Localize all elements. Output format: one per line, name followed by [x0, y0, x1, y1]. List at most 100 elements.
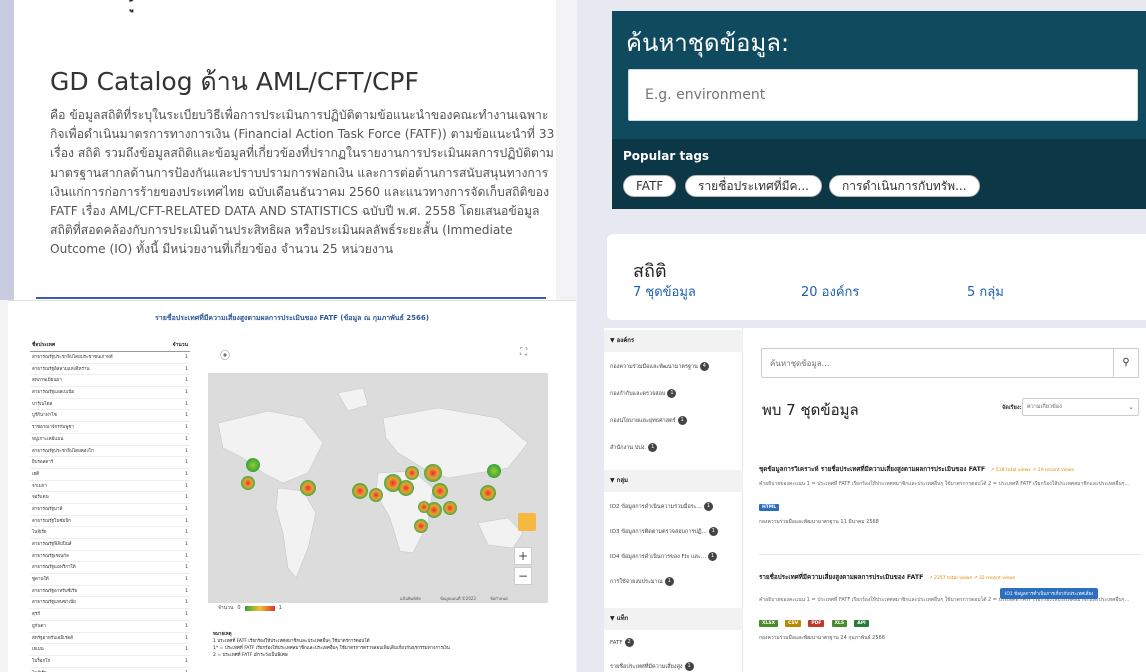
facet-item[interactable]: FATF 2	[610, 638, 634, 647]
column-header-count: จำนวน	[172, 342, 188, 348]
table-row[interactable]: ตุรกี 1	[30, 609, 190, 621]
country-count: 1	[185, 436, 188, 442]
facet-item[interactable]: IO3 ข้อมูลการติดตามตรวจสอบการปฏิ... 1	[610, 527, 718, 536]
facet-item[interactable]: รายชื่อประเทศที่มีความเสี่ยงสูง 1	[610, 662, 694, 671]
left-edge-decoration	[0, 0, 14, 300]
country-count: 1	[185, 542, 188, 547]
format-badge-pdf[interactable]: PDF	[808, 620, 825, 627]
country-name: สาธารณรัฐมาลี	[32, 506, 63, 512]
table-row[interactable]: สาธารณรัฐแอลเบเนีย 1	[30, 387, 190, 399]
table-row[interactable]: หมู่เกาะเคย์แมน 1	[30, 434, 190, 446]
facet-item[interactable]: กองนโยบายและยุทธศาสตร์ 1	[610, 416, 687, 425]
fullscreen-icon[interactable]: ⛶	[520, 347, 527, 358]
zoom-in-button[interactable]: +	[514, 547, 532, 565]
catalog-description: คือ ข้อมูลสถิติที่ระบุในระเบียบวิธีเพื่อ…	[50, 108, 555, 257]
map-terms-link[interactable]: ข้อกำหนด	[490, 595, 508, 602]
country-name: ไนจีเรีย	[32, 668, 47, 672]
facet-item[interactable]: กองความร่วมมือและพัฒนามาตรฐาน 4	[610, 362, 709, 371]
facet-item[interactable]: การใช้จ่ายงบประมาณ 1	[610, 577, 674, 586]
table-row[interactable]: สหรัฐอาหรับเอมิเรตส์ 1	[30, 633, 190, 645]
format-badge-xlsx[interactable]: XLSX	[759, 620, 779, 627]
heatmap-map[interactable]	[208, 373, 548, 603]
notes-line: 2 = ประเทศที่ FATF เฝ้าระวังเป็นพิเศษ	[213, 653, 288, 658]
stat-organizations-link[interactable]: 20 องค์กร	[801, 281, 859, 302]
facet-header-organizations[interactable]: ▼ องค์กร	[604, 330, 743, 352]
heat-point	[443, 501, 457, 515]
tag-high-risk-countries[interactable]: รายชื่อประเทศที่มีค...	[685, 175, 822, 197]
facet-item-count: 1	[667, 389, 677, 398]
country-name: ซูดานใต้	[32, 577, 49, 583]
format-badge-api[interactable]: API	[854, 620, 869, 627]
table-row[interactable]: ราชอาณาจักรกัมพูชา 1	[30, 422, 190, 434]
table-row[interactable]: ซูดานใต้ 1	[30, 574, 190, 586]
facet-item[interactable]: กองกำกับและตรวจสอบ 1	[610, 389, 677, 398]
tag-asset-actions[interactable]: การดำเนินการกับทรัพ...	[829, 175, 980, 197]
table-row[interactable]: สาธารณรัฐแทนซาเนีย 1	[30, 597, 190, 610]
facet-item-label: รายชื่อประเทศที่มีความเสี่ยงสูง	[610, 663, 683, 670]
table-row[interactable]: สาธารณรัฐเซเนกัล 1	[30, 551, 190, 563]
country-name: บาร์เบโดส	[32, 401, 53, 407]
country-count: 1	[185, 635, 188, 641]
table-row[interactable]: สาธารณรัฐประชาธิปไตยคองโก 1	[30, 446, 190, 458]
table-row[interactable]: สาธารณรัฐอาหรับซีเรีย 1	[30, 586, 190, 598]
country-name: สาธารณรัฐอิสลามแห่งอิหร่าน	[32, 366, 90, 372]
country-count: 1	[185, 390, 188, 396]
facet-header-groups[interactable]: ▼ กลุ่ม	[604, 470, 743, 492]
tag-fatf[interactable]: FATF	[623, 175, 677, 197]
facet-item-label: กองนโยบายและยุทธศาสตร์	[610, 417, 676, 424]
table-row[interactable]: เยเมน 1	[30, 644, 190, 656]
street-view-icon[interactable]	[518, 513, 536, 531]
country-name: สาธารณรัฐแทนซาเนีย	[32, 600, 76, 606]
format-badge-csv[interactable]: CSV	[785, 620, 802, 627]
order-by-select[interactable]: ความเกี่ยวข้อง ⌄	[1022, 398, 1139, 416]
table-row[interactable]: ไนจีเรีย 1	[30, 668, 190, 672]
table-row[interactable]: สหภาพเมียนมา 1	[30, 375, 190, 388]
format-badge-xls[interactable]: XLS	[831, 620, 848, 627]
table-row[interactable]: บาร์เบโดส 1	[30, 399, 190, 411]
table-row[interactable]: บูร์กินาฟาโซ 1	[30, 410, 190, 423]
table-row[interactable]: สาธารณรัฐอิสลามแห่งอิหร่าน 1	[30, 364, 190, 376]
heat-point	[487, 464, 501, 478]
legend-color-bar	[244, 605, 275, 611]
dataset-search-input[interactable]	[628, 69, 1138, 121]
format-list: HTML	[759, 493, 1141, 512]
group-badge[interactable]: IO1 ข้อมูลการดำเนินการเกี่ยวกับประเทศเสี…	[1000, 588, 1099, 599]
table-row[interactable]: จาเมกา 1	[30, 481, 190, 493]
heat-point	[241, 476, 255, 490]
country-count: 1	[185, 483, 188, 489]
facet-item[interactable]: สำนักงาน ปปง. 1	[610, 443, 658, 452]
country-count: 1	[185, 588, 188, 594]
country-name: สาธารณรัฐแอฟริกาใต้	[32, 565, 76, 571]
facet-item[interactable]: IO2 ข้อมูลการดำเนินความร่วมมือระ... 1	[610, 502, 713, 511]
table-row[interactable]: สาธารณรัฐแอฟริกาใต้ 1	[30, 562, 190, 575]
locate-icon[interactable]: ⦿	[220, 347, 230, 362]
table-row[interactable]: สาธารณรัฐโมซัมบิก 1	[30, 516, 190, 528]
map-shortcuts[interactable]: แป้นพิมพ์ลัด	[400, 595, 421, 602]
stat-groups-link[interactable]: 5 กลุ่ม	[967, 281, 1004, 302]
table-row[interactable]: โมร็อกโก 1	[30, 656, 190, 668]
dataset-title-link[interactable]: ชุดข้อมูลการวิเคราะห์ รายชื่อประเทศที่มี…	[759, 466, 985, 473]
listing-search-input[interactable]	[761, 348, 1139, 378]
table-row[interactable]: สาธารณรัฐฟิลิปปินส์ 1	[30, 539, 190, 551]
stat-datasets-link[interactable]: 7 ชุดข้อมูล	[633, 281, 696, 302]
facet-item[interactable]: IO4 ข้อมูลการดำเนินการของ FIs และ... 1	[610, 552, 718, 561]
search-icon[interactable]: ⚲	[1113, 349, 1138, 377]
order-label: จัดเรียง:	[1002, 405, 1022, 411]
zoom-out-button[interactable]: −	[514, 567, 532, 585]
chevron-down-icon: ⌄	[1128, 403, 1134, 411]
table-row[interactable]: ไนจีเรีย 1	[30, 527, 190, 539]
table-row[interactable]: เฮติ 1	[30, 469, 190, 481]
dataset-meta: กองความร่วมมือและพัฒนามาตรฐาน 11 มีนาคม …	[759, 519, 879, 525]
table-row[interactable]: สาธารณรัฐประชาธิปไตยประชาชนเกาหลี 1	[30, 352, 190, 364]
heat-point	[300, 480, 316, 496]
country-count: 1	[185, 425, 188, 431]
country-count: 1	[185, 658, 188, 664]
table-row[interactable]: สาธารณรัฐมาลี 1	[30, 504, 190, 516]
table-row[interactable]: ยิบรอลตาร์ 1	[30, 457, 190, 469]
format-badge-html[interactable]: HTML	[759, 504, 780, 511]
country-name: สหภาพเมียนมา	[32, 378, 62, 384]
table-row[interactable]: จอร์แดน 1	[30, 492, 190, 504]
table-row[interactable]: ยูกันดา 1	[30, 621, 190, 633]
facet-header-tags[interactable]: ▼ แท็ก	[604, 608, 743, 630]
dataset-title-link[interactable]: รายชื่อประเทศที่มีความเสี่ยงสูงตามผลการป…	[759, 574, 923, 581]
